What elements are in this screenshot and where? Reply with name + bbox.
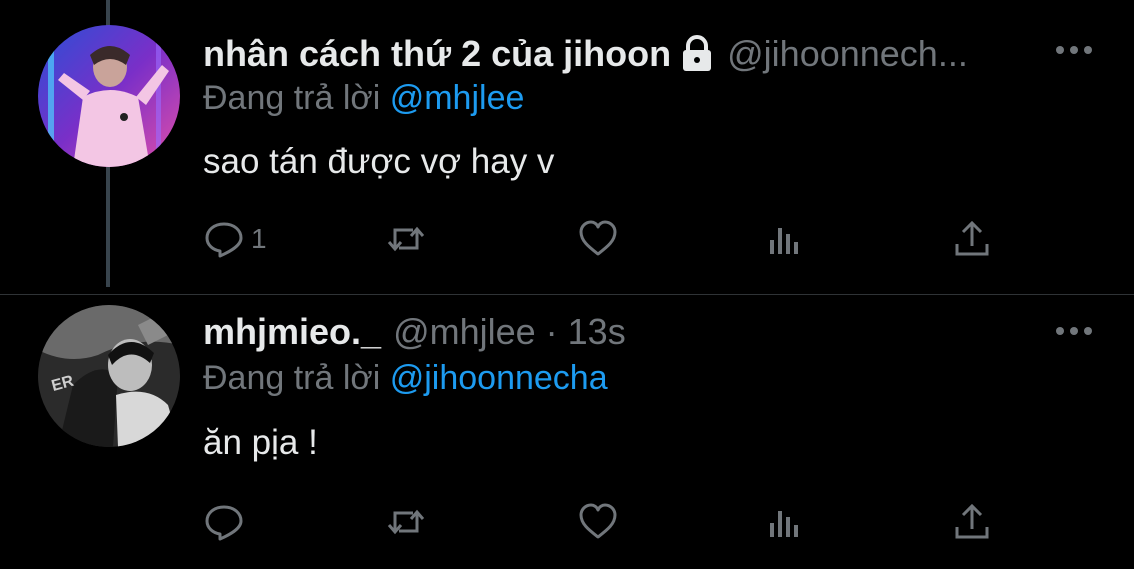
reply-icon: [205, 505, 243, 541]
replying-to: Đang trả lời @jihoonnecha: [203, 357, 608, 399]
retweet-button[interactable]: [385, 500, 427, 544]
tweet[interactable]: nhân cách thứ 2 của jihoon @jihoonnech..…: [0, 0, 1134, 295]
lock-icon: [679, 34, 715, 74]
retweet-button[interactable]: [385, 217, 427, 261]
retweet-icon: [387, 509, 425, 535]
tweet[interactable]: ER mhjmieo._ @mhjlee · 13s Đang trả lời …: [0, 295, 1134, 569]
replying-to: Đang trả lời @mhjlee: [203, 77, 524, 119]
display-name[interactable]: nhân cách thứ 2 của jihoon: [203, 32, 671, 76]
share-icon: [955, 503, 989, 539]
replying-prefix: Đang trả lời: [203, 79, 381, 117]
tweet-text: ăn pịa !: [203, 423, 318, 462]
avatar[interactable]: [38, 25, 180, 167]
avatar[interactable]: ER: [38, 305, 180, 447]
display-name[interactable]: mhjmieo._: [203, 310, 381, 354]
share-button[interactable]: [951, 500, 993, 544]
avatar-image: ER: [38, 305, 180, 447]
share-icon: [955, 220, 989, 256]
views-button[interactable]: [764, 500, 806, 544]
views-button[interactable]: [764, 217, 806, 261]
timestamp[interactable]: 13s: [568, 310, 626, 354]
action-bar: 1: [203, 217, 1003, 261]
more-icon[interactable]: [1054, 44, 1094, 56]
reply-button[interactable]: [203, 500, 251, 544]
share-button[interactable]: [951, 217, 993, 261]
replying-prefix: Đang trả lời: [203, 359, 381, 397]
reply-icon: [205, 222, 243, 258]
like-icon: [579, 220, 617, 256]
action-bar: [203, 500, 1003, 544]
retweet-icon: [387, 226, 425, 252]
views-icon: [770, 511, 798, 537]
user-handle[interactable]: @jihoonnech...: [727, 32, 968, 76]
reply-button[interactable]: 1: [203, 217, 267, 261]
like-button[interactable]: [577, 500, 619, 544]
mention-link[interactable]: @jihoonnecha: [390, 359, 608, 397]
like-button[interactable]: [577, 217, 619, 261]
reply-count: 1: [251, 223, 267, 254]
views-icon: [770, 228, 798, 254]
separator: ·: [545, 311, 558, 352]
tweet-text: sao tán được vợ hay v: [203, 142, 555, 181]
more-icon[interactable]: [1054, 325, 1094, 337]
like-icon: [579, 503, 617, 539]
user-handle[interactable]: @mhjlee: [393, 310, 536, 354]
mention-link[interactable]: @mhjlee: [390, 79, 525, 117]
avatar-image: [38, 25, 180, 167]
